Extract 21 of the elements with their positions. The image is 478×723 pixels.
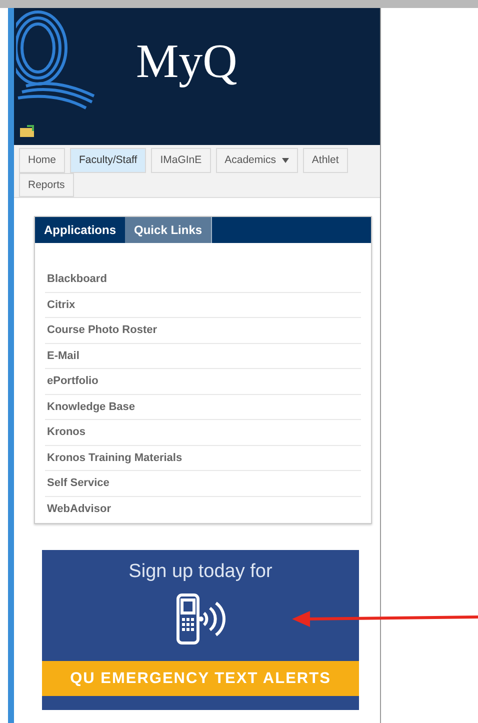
- nav-tab[interactable]: Academics: [216, 148, 298, 173]
- panel-tab[interactable]: Quick Links: [125, 217, 212, 244]
- app-link[interactable]: Kronos Training Materials: [45, 446, 361, 472]
- site-title: MyQ: [136, 38, 238, 86]
- nav-tab[interactable]: Reports: [19, 172, 74, 198]
- app-link[interactable]: Knowledge Base: [45, 394, 361, 420]
- banner-title: QU EMERGENCY TEXT ALERTS: [42, 660, 359, 696]
- app-link[interactable]: E-Mail: [45, 344, 361, 370]
- banner-heading: Sign up today for: [128, 560, 272, 584]
- app-link[interactable]: Course Photo Roster: [45, 318, 361, 344]
- folder-icon[interactable]: [20, 125, 34, 137]
- app-link[interactable]: Self Service: [45, 471, 361, 497]
- nav-tab[interactable]: Athlet: [302, 148, 348, 173]
- nav-tab[interactable]: IMaGInE: [151, 148, 211, 173]
- nav-tab[interactable]: Faculty/Staff: [70, 148, 146, 173]
- app-link[interactable]: Citrix: [45, 292, 361, 318]
- nav-tab[interactable]: Home: [19, 148, 66, 173]
- app-link[interactable]: Kronos: [45, 420, 361, 446]
- app-link[interactable]: Blackboard: [45, 267, 361, 293]
- app-link[interactable]: WebAdvisor: [45, 496, 361, 522]
- app-link[interactable]: ePortfolio: [45, 369, 361, 395]
